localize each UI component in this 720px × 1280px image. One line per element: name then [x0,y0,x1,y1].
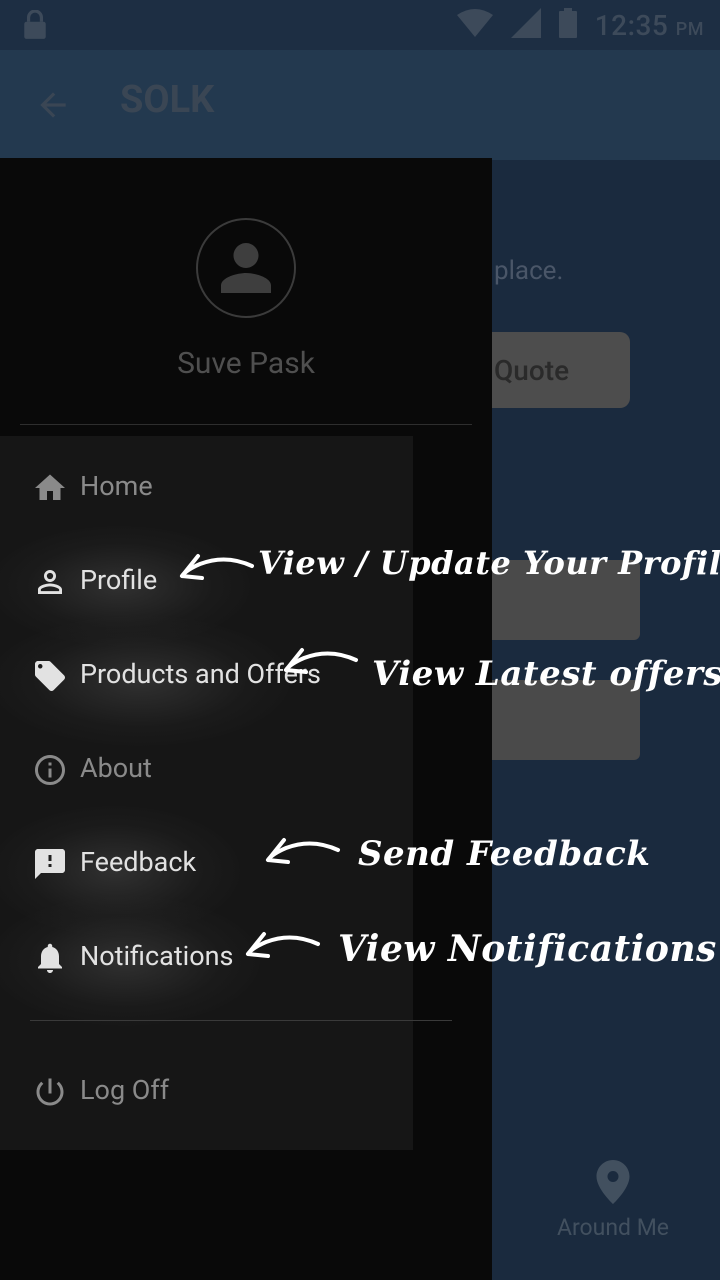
annotation-arrow-icon [180,554,254,580]
back-arrow-icon[interactable] [34,86,72,128]
person-avatar-icon [221,243,271,293]
divider [20,424,472,425]
around-me-tab[interactable]: Around Me [548,1160,678,1241]
around-me-label: Around Me [556,1214,670,1241]
annotation-feedback: Send Feedback [358,834,651,874]
annotation-offers: View Latest offers [372,654,720,694]
tag-icon [35,661,65,691]
feedback-icon [35,849,65,879]
signal-icon [510,8,541,42]
menu-item-label: Notifications [80,940,234,972]
battery-icon [558,8,577,42]
clock: 12:35 PM [595,9,704,42]
info-icon [35,755,65,785]
lock-icon [22,9,48,44]
menu-item-home[interactable]: Home [0,440,413,534]
app-title: SOLK [120,78,215,122]
menu-item-label: Profile [80,564,158,596]
main-description-text: place. [494,256,564,286]
user-name: Suve Pask [177,346,315,381]
home-icon [35,474,65,500]
menu-item-label: Feedback [80,846,197,878]
menu-item-about[interactable]: About [0,722,413,816]
clock-ampm: PM [675,18,704,40]
menu-item-label: About [80,752,152,784]
bell-icon [38,943,62,973]
navigation-drawer: Suve Pask Home Profile Products and Offe… [0,158,492,1280]
quote-button[interactable]: Quote [470,332,630,408]
menu-item-label: Log Off [80,1074,170,1106]
annotation-arrow-icon [284,648,358,674]
power-icon [36,1078,64,1106]
menu-item-feedback[interactable]: Feedback [0,816,413,910]
menu-item-logoff[interactable]: Log Off [0,1044,413,1138]
clock-time: 12:35 [594,8,669,42]
annotation-arrow-icon [246,932,320,958]
quote-button-label: Quote [494,354,570,387]
person-icon [38,570,62,594]
avatar[interactable] [196,218,296,318]
wifi-icon [456,9,493,41]
status-bar: 12:35 PM [0,0,720,50]
divider [30,1020,452,1021]
annotation-notifications: View Notifications [338,928,717,970]
location-pin-icon [596,1160,630,1208]
app-bar: SOLK [0,50,720,160]
annotation-arrow-icon [266,838,340,864]
annotation-profile: View / Update Your Profile [258,544,720,582]
menu-item-label: Home [80,470,153,502]
